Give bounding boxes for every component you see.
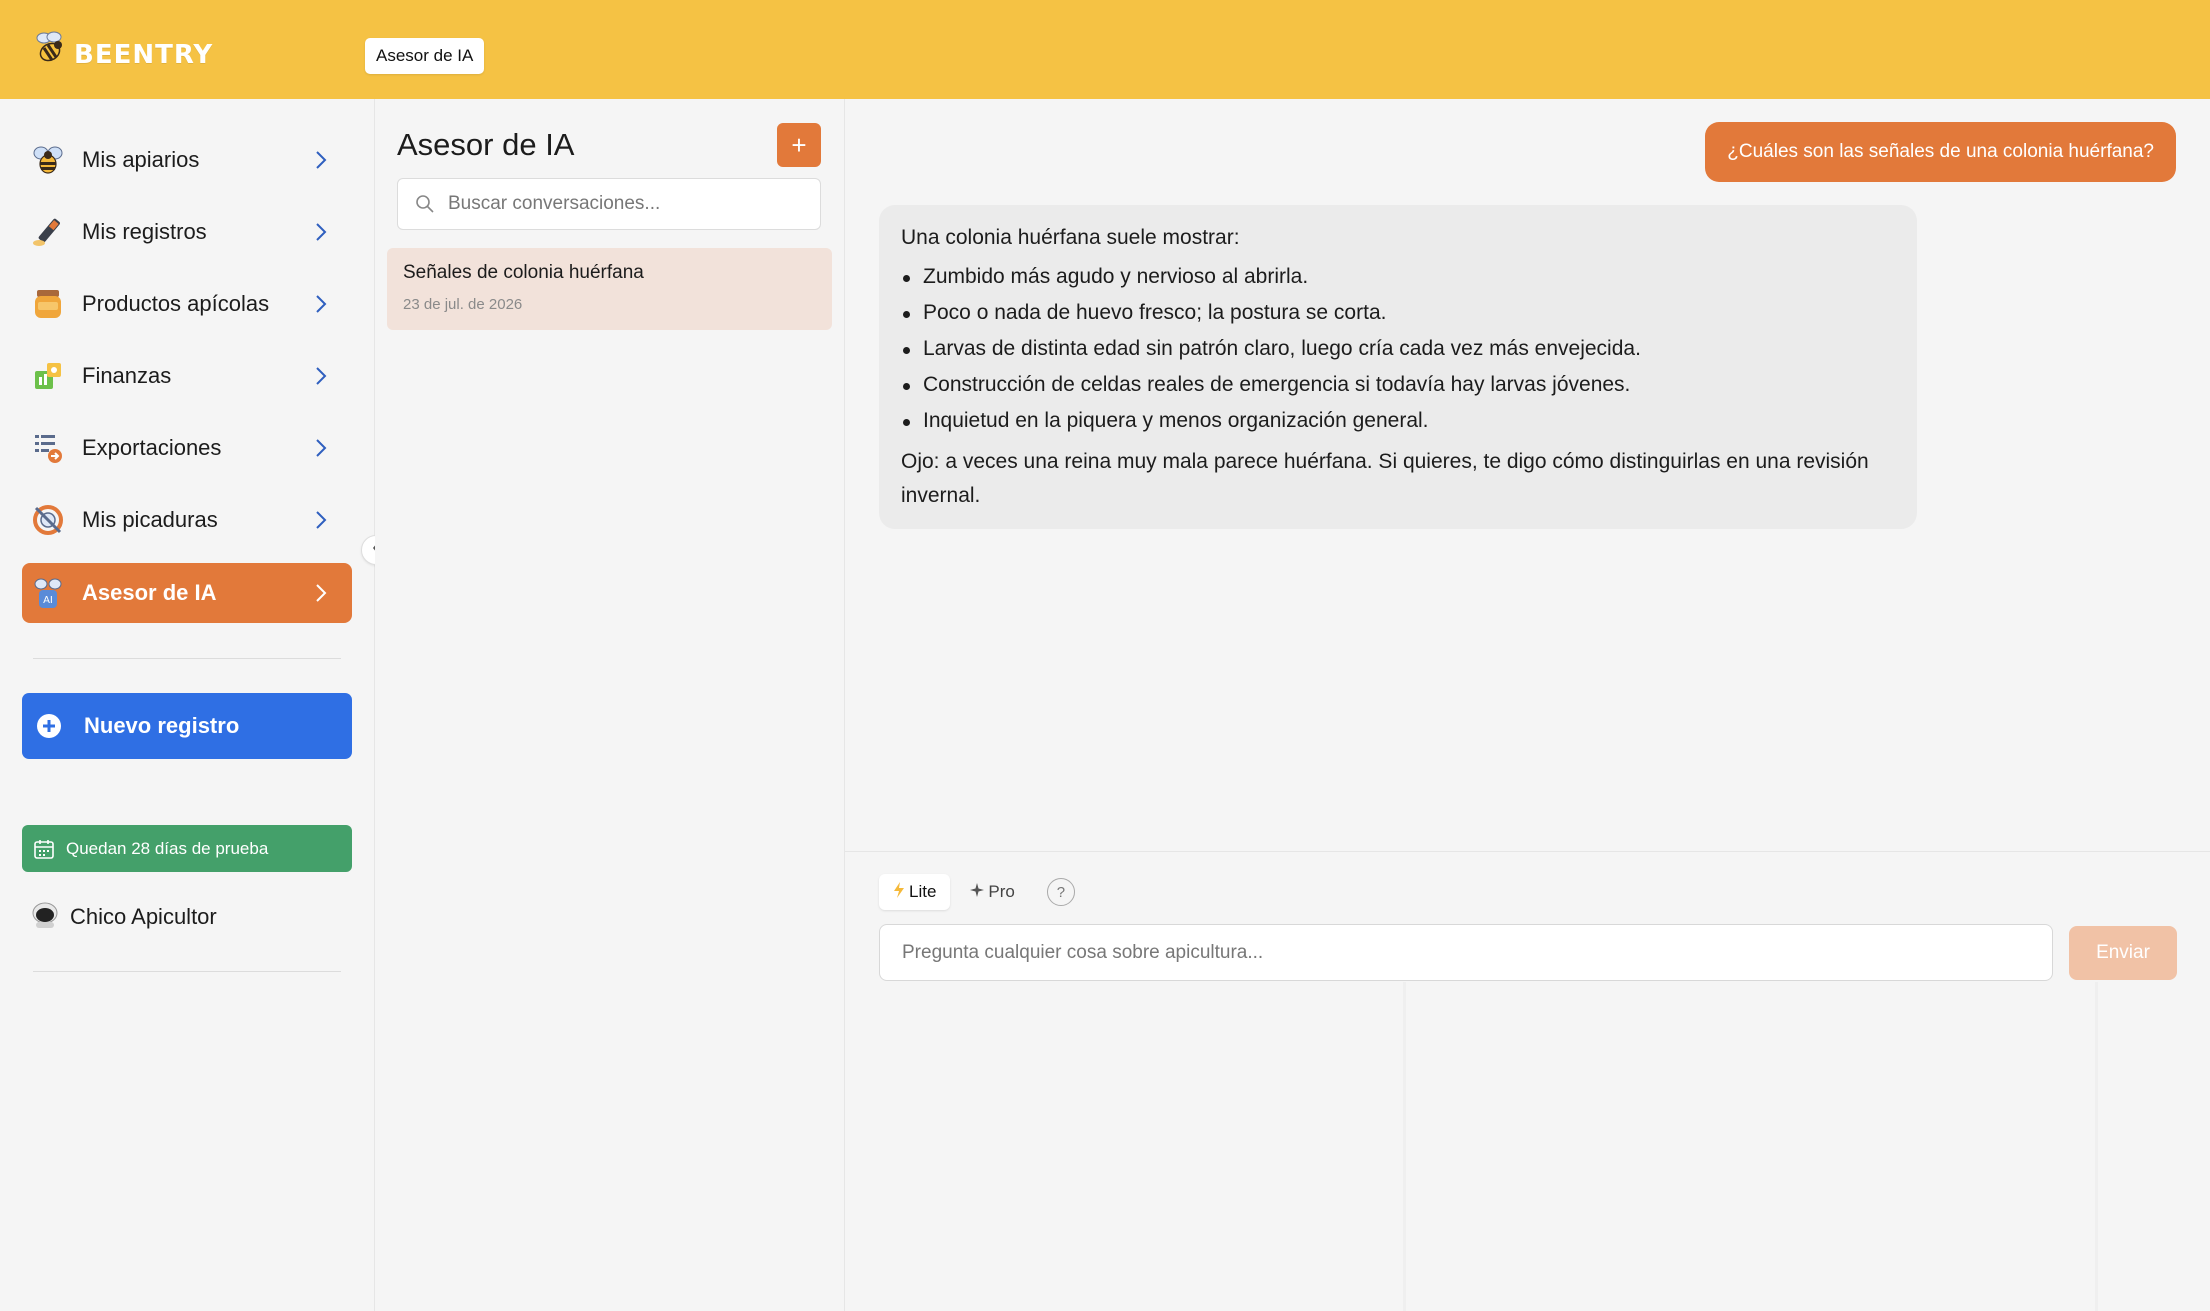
sidebar-item-productos-apicolas[interactable]: Productos apícolas bbox=[22, 275, 352, 333]
ai-advisor-icon: AI bbox=[30, 575, 66, 611]
search-input[interactable] bbox=[448, 193, 808, 215]
assistant-message: Una colonia huérfana suele mostrar: Zumb… bbox=[879, 205, 1917, 529]
help-button[interactable]: ? bbox=[1046, 878, 1075, 906]
sidebar-item-label: Mis apiarios bbox=[82, 147, 200, 172]
mode-selector: Lite Pro ? bbox=[879, 874, 1075, 910]
sidebar-item-label: Finanzas bbox=[82, 363, 172, 388]
sting-icon bbox=[30, 502, 66, 538]
user-profile[interactable]: Chico Apicultor bbox=[30, 899, 217, 935]
assistant-outro: Ojo: a veces una reina muy mala parece h… bbox=[901, 450, 1869, 507]
mode-pro-button[interactable]: Pro bbox=[956, 874, 1028, 910]
chevron-right-icon bbox=[306, 145, 336, 175]
top-bar: BEENTRY Asesor de IA bbox=[0, 0, 2210, 99]
sidebar-item-mis-apiarios[interactable]: Mis apiarios bbox=[22, 131, 352, 189]
sidebar-item-label: Asesor de IA bbox=[82, 580, 217, 605]
user-name: Chico Apicultor bbox=[70, 904, 217, 929]
logo[interactable]: BEENTRY bbox=[30, 28, 213, 72]
composer: Lite Pro ? Enviar bbox=[845, 851, 2210, 1311]
trial-badge[interactable]: Quedan 28 días de prueba bbox=[22, 825, 352, 872]
sidebar-divider bbox=[33, 658, 341, 659]
new-record-label: Nuevo registro bbox=[84, 713, 240, 738]
chevron-right-icon bbox=[306, 289, 336, 319]
send-button[interactable]: Enviar bbox=[2069, 926, 2177, 980]
conversation-item[interactable]: Señales de colonia huérfana 23 de jul. d… bbox=[387, 248, 832, 330]
chevron-right-icon bbox=[306, 361, 336, 391]
sidebar-item-exportaciones[interactable]: Exportaciones bbox=[22, 419, 352, 477]
mode-pro-label: Pro bbox=[988, 882, 1015, 901]
user-message: ¿Cuáles son las señales de una colonia h… bbox=[1705, 122, 2176, 182]
svg-text:AI: AI bbox=[43, 595, 53, 606]
chevron-right-icon bbox=[306, 578, 336, 608]
list-item: Poco o nada de huevo fresco; la postura … bbox=[901, 295, 1895, 331]
sidebar-item-label: Mis registros bbox=[82, 219, 207, 244]
mode-lite-button[interactable]: Lite bbox=[879, 874, 951, 910]
bee-icon bbox=[30, 142, 66, 178]
list-item: Zumbido más agudo y nervioso al abrirla. bbox=[901, 259, 1895, 295]
beekeeper-avatar-icon bbox=[30, 900, 60, 935]
assistant-points: Zumbido más agudo y nervioso al abrirla.… bbox=[901, 259, 1895, 439]
message-field bbox=[879, 924, 2053, 981]
sidebar: Mis apiarios Mis registros Productos apí… bbox=[0, 99, 375, 1311]
honey-jar-icon bbox=[30, 286, 66, 322]
sidebar-item-label: Mis picaduras bbox=[82, 507, 218, 532]
divider-line bbox=[2095, 982, 2098, 1311]
new-record-button[interactable]: Nuevo registro bbox=[22, 693, 352, 759]
divider-line bbox=[1403, 982, 1406, 1311]
conversation-search bbox=[397, 178, 821, 230]
sidebar-item-label: Exportaciones bbox=[82, 435, 222, 460]
sidebar-item-asesor-ia[interactable]: AI Asesor de IA bbox=[22, 563, 352, 623]
sidebar-item-mis-picaduras[interactable]: Mis picaduras bbox=[22, 491, 352, 549]
bee-logo-icon bbox=[30, 28, 70, 73]
calendar-icon bbox=[32, 837, 56, 861]
list-item: Inquietud en la piquera y menos organiza… bbox=[901, 403, 1895, 439]
export-icon bbox=[30, 430, 66, 466]
conversation-title: Señales de colonia huérfana bbox=[403, 262, 644, 283]
trial-text: Quedan 28 días de prueba bbox=[66, 838, 269, 858]
list-item: Larvas de distinta edad sin patrón claro… bbox=[901, 331, 1895, 367]
list-item: Construcción de celdas reales de emergen… bbox=[901, 367, 1895, 403]
mode-lite-label: Lite bbox=[909, 882, 937, 901]
brand-name: BEENTRY bbox=[74, 40, 214, 70]
search-icon bbox=[414, 193, 436, 215]
conversation-panel-title: Asesor de IA bbox=[397, 127, 575, 162]
sidebar-divider bbox=[33, 971, 341, 972]
conversation-date: 23 de jul. de 2026 bbox=[403, 296, 523, 313]
sparkle-icon bbox=[970, 882, 985, 902]
chat-area: ¿Cuáles son las señales de una colonia h… bbox=[845, 99, 2210, 851]
message-input[interactable] bbox=[902, 941, 2022, 964]
finance-icon bbox=[30, 358, 66, 394]
chevron-right-icon bbox=[306, 433, 336, 463]
tab-asesor-ia[interactable]: Asesor de IA bbox=[365, 38, 485, 74]
sidebar-item-finanzas[interactable]: Finanzas bbox=[22, 347, 352, 405]
chevron-right-icon bbox=[306, 217, 336, 247]
sidebar-item-label: Productos apícolas bbox=[82, 291, 270, 316]
conversation-panel: Asesor de IA + Señales de colonia huérfa… bbox=[375, 99, 845, 1311]
new-conversation-button[interactable]: + bbox=[777, 123, 821, 167]
plus-circle-icon bbox=[36, 713, 62, 739]
assistant-intro: Una colonia huérfana suele mostrar: bbox=[901, 226, 1240, 249]
sidebar-item-mis-registros[interactable]: Mis registros bbox=[22, 203, 352, 261]
chevron-right-icon bbox=[306, 505, 336, 535]
lightning-icon bbox=[893, 881, 905, 904]
pen-icon bbox=[30, 214, 66, 250]
